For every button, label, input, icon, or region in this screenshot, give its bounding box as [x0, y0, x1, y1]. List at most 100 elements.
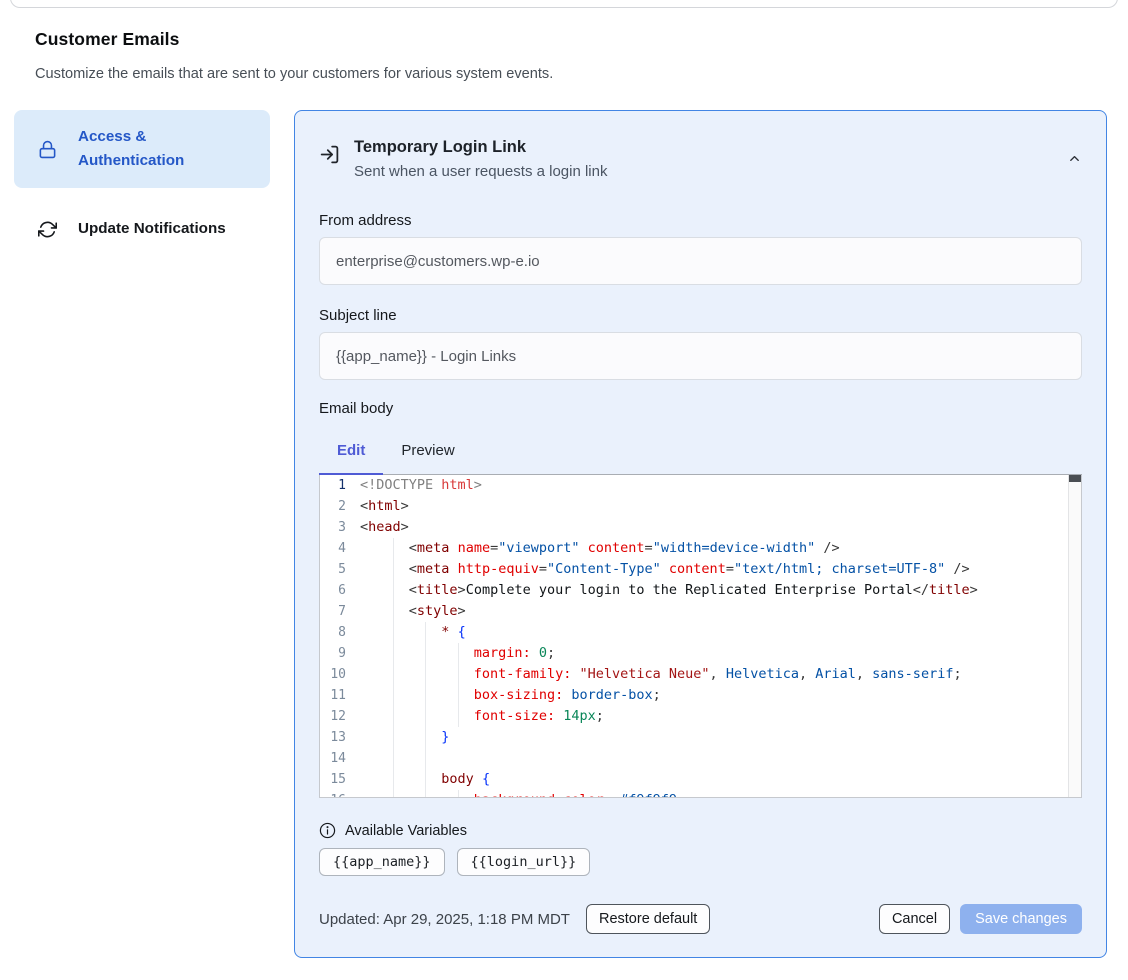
email-types-sidebar: Access & Authentication Update Notificat…: [14, 110, 270, 253]
line-number: 1: [320, 475, 350, 496]
code-text: font-family: "Helvetica Neue", Helvetica…: [350, 664, 1081, 685]
code-line[interactable]: 13 }: [320, 727, 1081, 748]
line-number: 11: [320, 685, 350, 706]
line-number: 2: [320, 496, 350, 517]
indent-guide: [393, 601, 394, 622]
subject-line-label: Subject line: [319, 307, 1082, 324]
variable-chips: {{app_name}} {{login_url}}: [319, 848, 1082, 876]
variable-chip[interactable]: {{login_url}}: [457, 848, 591, 876]
code-line[interactable]: 10 font-family: "Helvetica Neue", Helvet…: [320, 664, 1081, 685]
indent-guide: [393, 748, 394, 769]
code-text: box-sizing: border-box;: [350, 685, 1081, 706]
code-line[interactable]: 7 <style>: [320, 601, 1081, 622]
temporary-login-link-panel: Temporary Login Link Sent when a user re…: [294, 110, 1107, 958]
indent-guide: [425, 727, 426, 748]
indent-guide: [458, 790, 459, 798]
indent-guide: [425, 664, 426, 685]
line-number: 12: [320, 706, 350, 727]
info-icon: [319, 822, 336, 839]
code-line[interactable]: 4 <meta name="viewport" content="width=d…: [320, 538, 1081, 559]
available-variables-row: Available Variables: [319, 822, 1082, 839]
from-address-input[interactable]: [319, 237, 1082, 285]
code-text: background-color: #f9f9f9;: [350, 790, 1081, 798]
indent-guide: [393, 664, 394, 685]
sidebar-item-update-notifications[interactable]: Update Notifications: [14, 205, 270, 253]
code-line[interactable]: 12 font-size: 14px;: [320, 706, 1081, 727]
code-text: [350, 748, 1081, 769]
email-body-label: Email body: [319, 400, 1082, 417]
lock-icon: [38, 140, 57, 159]
indent-guide: [393, 559, 394, 580]
code-text: body {: [350, 769, 1081, 790]
code-line[interactable]: 16 background-color: #f9f9f9;: [320, 790, 1081, 798]
indent-guide: [425, 622, 426, 643]
code-line[interactable]: 9 margin: 0;: [320, 643, 1081, 664]
email-body-tabs: Edit Preview: [319, 431, 1082, 475]
variable-chip[interactable]: {{app_name}}: [319, 848, 445, 876]
code-text: <meta name="viewport" content="width=dev…: [350, 538, 1081, 559]
code-line[interactable]: 3<head>: [320, 517, 1081, 538]
restore-default-button[interactable]: Restore default: [586, 904, 710, 934]
code-line[interactable]: 15 body {: [320, 769, 1081, 790]
indent-guide: [425, 790, 426, 798]
line-number: 9: [320, 643, 350, 664]
indent-guide: [393, 706, 394, 727]
code-text: * {: [350, 622, 1081, 643]
code-editor[interactable]: 1<!DOCTYPE html>2<html>3<head>4 <meta na…: [319, 475, 1082, 798]
indent-guide: [425, 748, 426, 769]
panel-header: Temporary Login Link Sent when a user re…: [319, 137, 1082, 182]
code-text: <!DOCTYPE html>: [350, 475, 1081, 496]
tab-preview[interactable]: Preview: [383, 431, 472, 474]
updated-timestamp: Updated: Apr 29, 2025, 1:18 PM MDT: [319, 911, 570, 928]
indent-guide: [458, 706, 459, 727]
indent-guide: [393, 769, 394, 790]
code-line[interactable]: 5 <meta http-equiv="Content-Type" conten…: [320, 559, 1081, 580]
save-changes-button[interactable]: Save changes: [960, 904, 1082, 934]
code-line[interactable]: 1<!DOCTYPE html>: [320, 475, 1081, 496]
indent-guide: [393, 622, 394, 643]
refresh-icon: [38, 220, 57, 239]
line-number: 10: [320, 664, 350, 685]
code-text: }: [350, 727, 1081, 748]
code-line[interactable]: 11 box-sizing: border-box;: [320, 685, 1081, 706]
indent-guide: [393, 790, 394, 798]
code-text: font-size: 14px;: [350, 706, 1081, 727]
line-number: 14: [320, 748, 350, 769]
panel-footer: Updated: Apr 29, 2025, 1:18 PM MDT Resto…: [319, 904, 1082, 934]
indent-guide: [458, 643, 459, 664]
line-number: 13: [320, 727, 350, 748]
code-text: <title>Complete your login to the Replic…: [350, 580, 1081, 601]
login-icon: [319, 144, 340, 182]
chevron-up-icon[interactable]: [1067, 151, 1082, 182]
indent-guide: [425, 769, 426, 790]
line-number: 16: [320, 790, 350, 798]
indent-guide: [458, 685, 459, 706]
sidebar-item-access-authentication[interactable]: Access & Authentication: [14, 110, 270, 188]
indent-guide: [393, 580, 394, 601]
code-text: <head>: [350, 517, 1081, 538]
cancel-button[interactable]: Cancel: [879, 904, 950, 934]
indent-guide: [425, 643, 426, 664]
panel-subtitle: Sent when a user requests a login link: [354, 161, 1067, 182]
code-line[interactable]: 14: [320, 748, 1081, 769]
page-subtitle: Customize the emails that are sent to yo…: [35, 66, 553, 82]
indent-guide: [393, 643, 394, 664]
code-text: <meta http-equiv="Content-Type" content=…: [350, 559, 1081, 580]
sidebar-item-label: Access & Authentication: [78, 125, 270, 174]
line-number: 8: [320, 622, 350, 643]
line-number: 4: [320, 538, 350, 559]
indent-guide: [425, 685, 426, 706]
indent-guide: [393, 685, 394, 706]
from-address-label: From address: [319, 212, 1082, 229]
sidebar-item-label: Update Notifications: [78, 217, 256, 241]
code-line[interactable]: 8 * {: [320, 622, 1081, 643]
code-line[interactable]: 6 <title>Complete your login to the Repl…: [320, 580, 1081, 601]
line-number: 15: [320, 769, 350, 790]
code-line[interactable]: 2<html>: [320, 496, 1081, 517]
indent-guide: [393, 538, 394, 559]
tab-edit[interactable]: Edit: [319, 431, 383, 474]
line-number: 6: [320, 580, 350, 601]
line-number: 7: [320, 601, 350, 622]
subject-line-input[interactable]: [319, 332, 1082, 380]
code-text: margin: 0;: [350, 643, 1081, 664]
